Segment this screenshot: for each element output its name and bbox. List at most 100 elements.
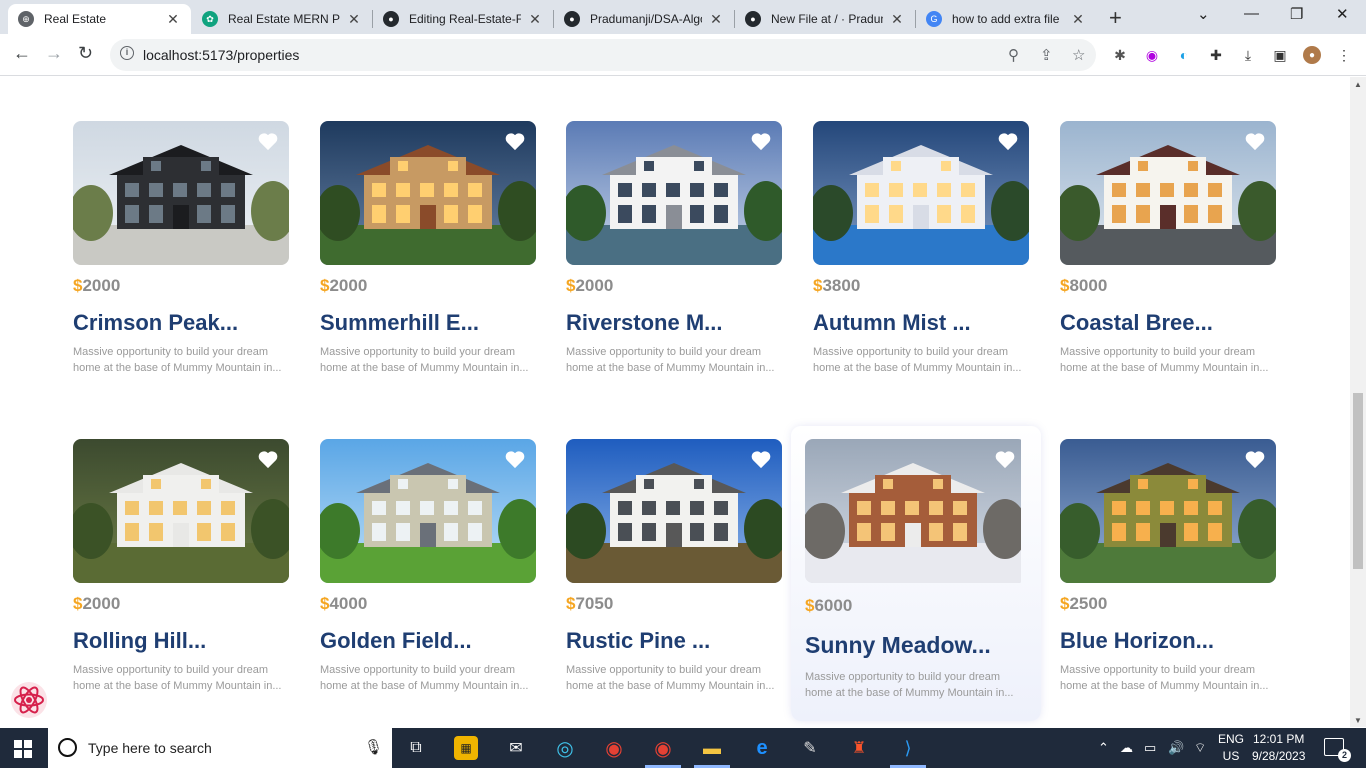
microsoft-store-icon[interactable]: ▦ xyxy=(454,736,478,760)
show-hidden-icons[interactable]: ⌃ xyxy=(1098,740,1109,756)
property-name[interactable]: Rustic Pine ... xyxy=(566,628,710,654)
property-card[interactable]: $2000 Crimson Peak... Massive opportunit… xyxy=(63,111,299,397)
property-image[interactable] xyxy=(1060,121,1276,265)
favorite-heart-icon[interactable] xyxy=(750,131,772,151)
zoom-icon[interactable]: ⚲ xyxy=(1008,46,1019,64)
volume-icon[interactable]: 🔊 xyxy=(1168,740,1184,756)
close-icon[interactable]: ✕ xyxy=(889,11,905,28)
property-card[interactable]: $7050 Rustic Pine ... Massive opportunit… xyxy=(556,429,792,715)
favorite-heart-icon[interactable] xyxy=(994,449,1016,469)
property-card[interactable]: $8000 Coastal Bree... Massive opportunit… xyxy=(1050,111,1286,397)
bookmark-star-icon[interactable]: ☆ xyxy=(1072,46,1085,64)
paint-icon[interactable]: ✎ xyxy=(798,736,822,760)
extension-purple-icon[interactable]: ◉ xyxy=(1143,46,1161,64)
mail-icon[interactable]: ✉ xyxy=(504,736,528,760)
property-image[interactable] xyxy=(1060,439,1276,583)
brave-icon[interactable]: ♜ xyxy=(847,736,871,760)
favorite-heart-icon[interactable] xyxy=(750,449,772,469)
vscode-icon[interactable]: ⟩ xyxy=(896,736,920,760)
address-bar[interactable]: i localhost:5173/properties ⚲ ⇪ ☆ xyxy=(110,39,1096,71)
property-name[interactable]: Golden Field... xyxy=(320,628,472,654)
extensions-puzzle-icon[interactable]: ✚ xyxy=(1207,46,1225,64)
property-image[interactable] xyxy=(813,121,1029,265)
property-image[interactable] xyxy=(73,439,289,583)
property-image[interactable] xyxy=(73,121,289,265)
property-image[interactable] xyxy=(566,121,782,265)
internet-explorer-icon[interactable]: e xyxy=(750,736,774,760)
site-info-icon[interactable]: i xyxy=(120,46,134,60)
favorite-heart-icon[interactable] xyxy=(504,131,526,151)
property-image[interactable] xyxy=(566,439,782,583)
tab-title: Pradumanji/DSA-Algo xyxy=(590,12,702,26)
close-window-button[interactable]: ✕ xyxy=(1336,5,1349,23)
profile-avatar[interactable]: ● xyxy=(1303,46,1321,64)
property-card[interactable]: $2000 Rolling Hill... Massive opportunit… xyxy=(63,429,299,715)
tab-editing-real-estate[interactable]: ● Editing Real-Estate-Fu ✕ xyxy=(373,4,553,34)
property-card[interactable]: $3800 Autumn Mist ... Massive opportunit… xyxy=(803,111,1039,397)
property-name[interactable]: Sunny Meadow... xyxy=(805,632,991,659)
tab-search-icon[interactable]: ⌄ xyxy=(1197,5,1210,23)
notification-center-icon[interactable]: 2 xyxy=(1324,738,1351,762)
taskbar-search-box[interactable]: Type here to search 🎙 xyxy=(48,728,392,768)
forward-button[interactable]: → xyxy=(45,43,63,64)
favorite-heart-icon[interactable] xyxy=(1244,131,1266,151)
property-image[interactable] xyxy=(805,439,1026,583)
favorite-heart-icon[interactable] xyxy=(1244,449,1266,469)
favorite-heart-icon[interactable] xyxy=(997,131,1019,151)
tab-real-estate-mern[interactable]: ✿ Real Estate MERN Pro ✕ xyxy=(192,4,372,34)
reload-button[interactable]: ↻ xyxy=(78,43,93,64)
close-icon[interactable]: ✕ xyxy=(708,11,724,28)
property-name[interactable]: Summerhill E... xyxy=(320,310,479,336)
restore-button[interactable]: ❐ xyxy=(1290,5,1303,23)
battery-icon[interactable]: ▭ xyxy=(1144,740,1156,756)
favorite-heart-icon[interactable] xyxy=(504,449,526,469)
tab-dsa-algo[interactable]: ● Pradumanji/DSA-Algo ✕ xyxy=(554,4,734,34)
minimize-button[interactable]: — xyxy=(1244,5,1259,22)
property-card[interactable]: $4000 Golden Field... Massive opportunit… xyxy=(310,429,546,715)
react-devtools-icon[interactable] xyxy=(10,681,48,719)
windows-start-icon[interactable] xyxy=(14,740,32,758)
property-name[interactable]: Coastal Bree... xyxy=(1060,310,1213,336)
favorite-heart-icon[interactable] xyxy=(257,449,279,469)
tab-new-file[interactable]: ● New File at / · Pradum ✕ xyxy=(735,4,915,34)
input-language[interactable]: ENG US xyxy=(1218,731,1244,765)
property-name[interactable]: Crimson Peak... xyxy=(73,310,238,336)
property-name[interactable]: Riverstone M... xyxy=(566,310,722,336)
property-card[interactable]: $2500 Blue Horizon... Massive opportunit… xyxy=(1050,429,1286,715)
close-icon[interactable]: ✕ xyxy=(165,11,181,28)
bug-extension-icon[interactable]: ✱ xyxy=(1111,46,1129,64)
task-view-icon[interactable]: ⧉ xyxy=(404,736,428,760)
property-name[interactable]: Rolling Hill... xyxy=(73,628,206,654)
favorite-heart-icon[interactable] xyxy=(257,131,279,151)
new-tab-button[interactable]: + xyxy=(1109,5,1122,31)
edge-icon[interactable]: ◎ xyxy=(553,736,577,760)
property-card[interactable]: $6000 Sunny Meadow... Massive opportunit… xyxy=(791,426,1041,721)
property-image[interactable] xyxy=(320,439,536,583)
menu-kebab-icon[interactable]: ⋮ xyxy=(1335,46,1353,64)
close-icon[interactable]: ✕ xyxy=(527,11,543,28)
property-name[interactable]: Blue Horizon... xyxy=(1060,628,1214,654)
chrome-icon[interactable]: ◉ xyxy=(602,736,626,760)
property-card[interactable]: $2000 Summerhill E... Massive opportunit… xyxy=(310,111,546,397)
tab-google-search[interactable]: G how to add extra file ✕ xyxy=(916,4,1096,34)
property-card[interactable]: $2000 Riverstone M... Massive opportunit… xyxy=(556,111,792,397)
properties-page: $2000 Crimson Peak... Massive opportunit… xyxy=(0,77,1350,727)
side-panel-icon[interactable]: ▣ xyxy=(1271,46,1289,64)
onedrive-icon[interactable]: ☁ xyxy=(1120,740,1133,756)
close-icon[interactable]: ✕ xyxy=(346,11,362,28)
property-name[interactable]: Autumn Mist ... xyxy=(813,310,971,336)
download-icon[interactable]: ⤓ xyxy=(1239,46,1257,64)
scrollbar-thumb[interactable] xyxy=(1353,393,1363,569)
file-explorer-icon[interactable]: ▬ xyxy=(700,736,724,760)
close-icon[interactable]: ✕ xyxy=(1070,11,1086,28)
chrome-active-icon[interactable]: ◉ xyxy=(651,736,675,760)
system-clock[interactable]: 12:01 PM 9/28/2023 xyxy=(1252,731,1305,765)
extension-blue-icon[interactable]: ◐ xyxy=(1175,46,1193,64)
tab-real-estate[interactable]: ⊕ Real Estate ✕ xyxy=(8,4,191,34)
page-scrollbar[interactable]: ▲ ▼ xyxy=(1350,77,1366,727)
microphone-icon[interactable]: 🎙 xyxy=(364,738,383,756)
share-icon[interactable]: ⇪ xyxy=(1040,46,1053,64)
property-image[interactable] xyxy=(320,121,536,265)
back-button[interactable]: ← xyxy=(13,43,31,64)
wifi-icon[interactable]: ⌔ xyxy=(1194,740,1206,756)
